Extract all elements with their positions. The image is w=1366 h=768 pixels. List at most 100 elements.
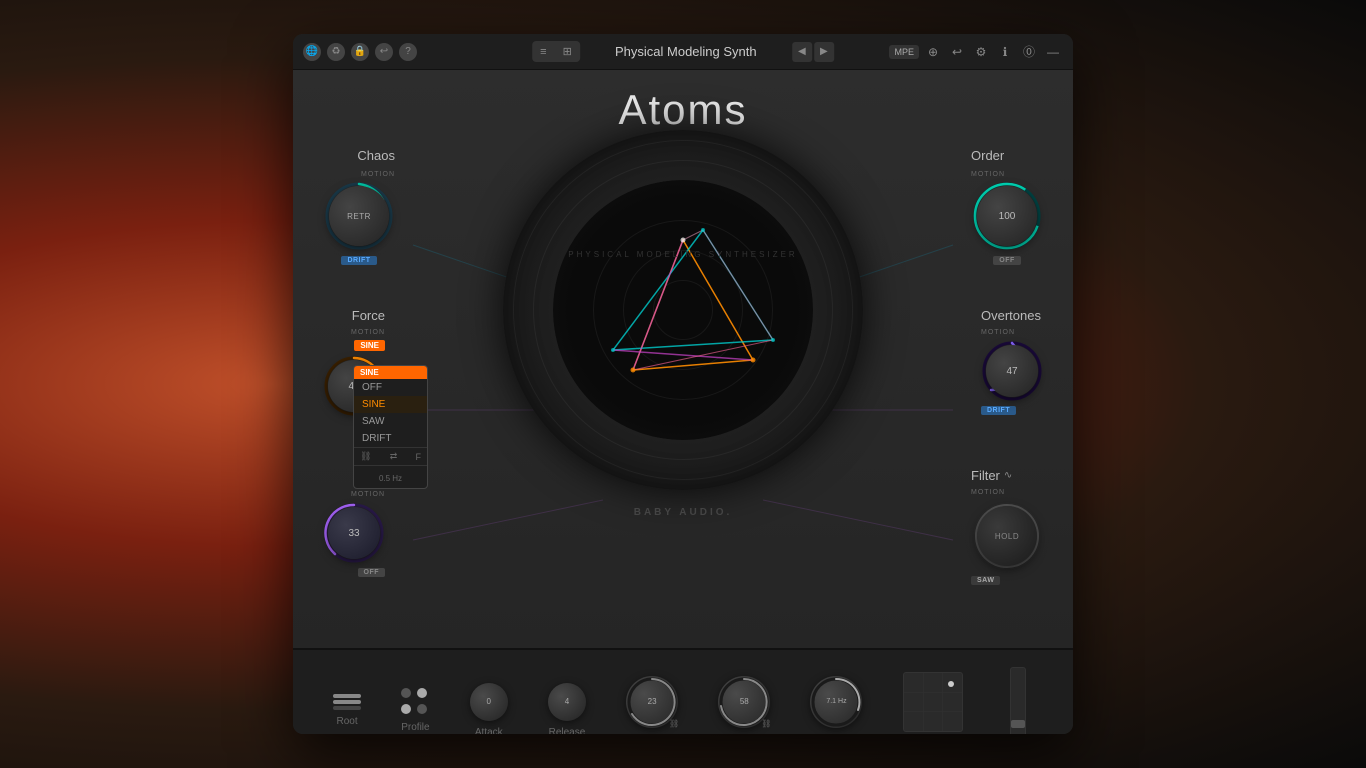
dropdown-off[interactable]: OFF	[354, 379, 427, 396]
geometric-figure	[553, 180, 813, 440]
drive-knob-body: 33	[328, 507, 380, 559]
chaos-knob-value: RETR	[347, 212, 371, 221]
icon3[interactable]: ⚙	[971, 42, 991, 62]
movement-control: 23 ⛓ Movement	[626, 676, 678, 735]
overtones-knob-body: 47	[986, 345, 1038, 397]
profile-dot-2[interactable]	[417, 688, 427, 698]
globe-icon[interactable]: 🌐	[303, 43, 321, 61]
dropdown-footer: ⛓ ⇄ F	[354, 447, 427, 465]
attack-label: Attack	[475, 727, 503, 735]
title-bar-center: ≡ ⊞ Physical Modeling Synth ◀ ▶	[532, 41, 834, 62]
profile-dot-4[interactable]	[417, 704, 427, 714]
overtones-badge[interactable]: DRIFT	[981, 406, 1016, 415]
order-section: Order MOTION 100 OFF	[971, 148, 1043, 265]
overtones-label: Overtones	[981, 308, 1041, 323]
root-label: Root	[337, 716, 358, 727]
drive-knob-value: 33	[348, 528, 359, 539]
f-icon[interactable]: F	[415, 452, 421, 462]
chaos-section: Chaos MOTION RETR DRIFT	[323, 148, 395, 265]
modulation-link-icon: ⛓	[760, 718, 772, 730]
back-icon[interactable]: ↩	[375, 43, 393, 61]
brand-label: BABY AUDIO.	[634, 507, 733, 518]
modulation-knob-wrap: 58 ⛓	[718, 676, 770, 728]
root-slider-2[interactable]	[333, 700, 361, 704]
profile-dots[interactable]	[401, 688, 429, 716]
profile-control: Profile	[401, 688, 429, 733]
lock-icon[interactable]: 🔒	[351, 43, 369, 61]
vibrato-value: 7.1 Hz	[826, 698, 846, 705]
profile-dot-3[interactable]	[401, 704, 411, 714]
recycle-icon[interactable]: ♻	[327, 43, 345, 61]
dropdown-sine[interactable]: SINE	[354, 396, 427, 413]
filter-motion-label: MOTION	[971, 489, 1005, 496]
force-motion-label: MOTION	[351, 329, 385, 336]
movement-label: Movement	[629, 734, 676, 735]
icon1[interactable]: ⊕	[923, 42, 943, 62]
filter-badge[interactable]: SAW	[971, 576, 1000, 585]
release-knob[interactable]: 4	[548, 683, 586, 721]
profile-dot-1[interactable]	[401, 688, 411, 698]
overtones-badge-wrap: DRIFT	[981, 406, 1016, 415]
freq-display: 0.5 Hz	[379, 474, 402, 483]
help-icon[interactable]: ?	[399, 43, 417, 61]
release-control: 4 Release	[548, 683, 586, 735]
nav-buttons[interactable]: ≡ ⊞	[532, 41, 580, 62]
profile-label: Profile	[401, 722, 429, 733]
filter-hold-knob[interactable]: HOLD	[971, 500, 1043, 572]
filter-hold-body: HOLD	[977, 506, 1037, 566]
dropdown-drift[interactable]: DRIFT	[354, 430, 427, 447]
drive-motion-label: MOTION	[351, 491, 385, 498]
list-view-button[interactable]: ≡	[532, 41, 554, 62]
order-badge[interactable]: OFF	[993, 256, 1021, 265]
link-icon[interactable]: ⛓	[360, 451, 371, 462]
output-control: Output	[1003, 667, 1033, 735]
icon2[interactable]: ↩	[947, 42, 967, 62]
waveform-dropdown[interactable]: SINE OFF SINE SAW DRIFT ⛓ ⇄ F 0.5 Hz	[353, 365, 428, 489]
root-slider-1[interactable]	[333, 694, 361, 698]
root-sliders[interactable]	[333, 694, 361, 710]
output-slider-thumb	[1011, 720, 1025, 728]
force-waveform-badge[interactable]: SINE	[354, 340, 385, 351]
mpe-badge[interactable]: MPE	[889, 45, 919, 59]
next-preset-button[interactable]: ▶	[814, 42, 834, 62]
order-knob[interactable]: 100	[971, 180, 1043, 252]
plugin-title: Atoms	[293, 70, 1073, 134]
chaos-knob-body: RETR	[329, 186, 389, 246]
overtones-knob-value: 47	[1006, 366, 1017, 377]
root-control: Root	[333, 694, 361, 727]
modulation-control: 58 ⛓ Modulation	[718, 676, 770, 735]
arrows-icon[interactable]: ⇄	[390, 451, 398, 462]
attack-knob[interactable]: 0	[470, 683, 508, 721]
output-slider[interactable]	[1010, 667, 1026, 735]
orb-container[interactable]: physical modeling synthesizer	[503, 130, 863, 490]
chaos-knob[interactable]: RETR	[323, 180, 395, 252]
space-grid[interactable]	[903, 672, 963, 732]
prev-preset-button[interactable]: ◀	[792, 42, 812, 62]
icon6[interactable]: —	[1043, 42, 1063, 62]
dropdown-header-sine: SINE	[354, 366, 427, 379]
root-slider-3[interactable]	[333, 706, 361, 710]
icon5[interactable]: ⓪	[1019, 42, 1039, 62]
filter-label: Filter	[971, 468, 1000, 483]
movement-value: 23	[648, 697, 657, 706]
drive-knob[interactable]: 33	[323, 502, 385, 564]
vibrato-label: Vibrato	[821, 734, 853, 735]
order-knob-body: 100	[977, 186, 1037, 246]
icon4[interactable]: ℹ	[995, 42, 1015, 62]
filter-wave-icon: ∿	[1004, 470, 1012, 481]
drive-badge-wrap: OFF	[358, 568, 386, 577]
overtones-knob[interactable]: 47	[981, 340, 1043, 402]
overtones-section: Overtones MOTION 47 DRIFT	[981, 308, 1043, 415]
plugin-window: 🌐 ♻ 🔒 ↩ ? ≡ ⊞ Physical Modeling Synth ◀ …	[293, 34, 1073, 734]
drive-badge[interactable]: OFF	[358, 568, 386, 577]
grid-view-button[interactable]: ⊞	[555, 41, 580, 62]
chaos-badge[interactable]: DRIFT	[341, 256, 376, 265]
chaos-motion-label: MOTION	[361, 171, 395, 178]
space-control: Space	[903, 672, 963, 735]
space-dot	[948, 681, 954, 687]
dropdown-saw[interactable]: SAW	[354, 413, 427, 430]
title-bar: 🌐 ♻ 🔒 ↩ ? ≡ ⊞ Physical Modeling Synth ◀ …	[293, 34, 1073, 70]
vibrato-knob[interactable]: 7.1 Hz	[810, 676, 862, 728]
orb-label: physical modeling synthesizer	[568, 250, 797, 259]
order-label: Order	[971, 148, 1004, 163]
